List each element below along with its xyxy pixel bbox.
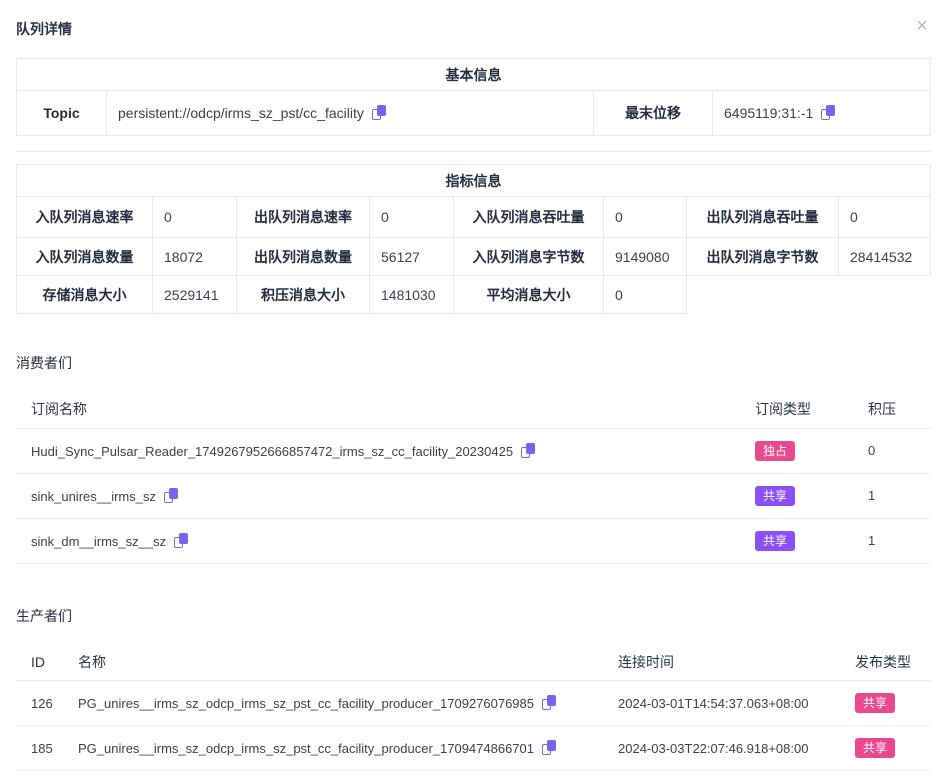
metric-value: 9149080 [604, 238, 687, 276]
publish-type-badge: 共享 [855, 693, 895, 713]
backlog-value: 0 [852, 428, 931, 473]
column-publish-type: 发布类型 [855, 644, 931, 681]
subscription-type-badge: 共享 [755, 531, 795, 551]
metric-label: 出队列消息速率 [237, 197, 370, 238]
copy-icon[interactable] [174, 533, 188, 548]
copy-icon[interactable] [372, 105, 386, 120]
metric-label: 入队列消息字节数 [454, 238, 604, 276]
subscription-name: Hudi_Sync_Pulsar_Reader_1749267952666857… [31, 444, 513, 459]
metric-value: 0 [604, 197, 687, 238]
copy-icon[interactable] [542, 695, 556, 710]
metric-value: 28414532 [839, 238, 931, 276]
producer-name-cell: PG_unires__irms_sz_odcp_irms_sz_pst_cc_f… [78, 681, 618, 726]
metric-value: 0 [370, 197, 454, 238]
subscription-type-badge: 独占 [755, 441, 795, 461]
metric-value: 0 [839, 197, 931, 238]
metric-label: 入队列消息数量 [17, 238, 153, 276]
subscription-name-cell: sink_unires__irms_sz [16, 473, 739, 518]
producer-name: PG_unires__irms_sz_odcp_irms_sz_pst_cc_f… [78, 741, 534, 756]
metric-label: 入队列消息吞吐量 [454, 197, 604, 238]
consumer-row: sink_unires__irms_sz 共享 1 [16, 473, 931, 518]
subscription-type-cell: 共享 [739, 473, 852, 518]
metric-label: 积压消息大小 [237, 276, 370, 314]
metrics-section-title: 指标信息 [17, 165, 931, 197]
basic-info-section-title: 基本信息 [17, 59, 931, 91]
subscription-type-badge: 共享 [755, 486, 795, 506]
connect-time: 2024-03-01T14:54:37.063+08:00 [618, 681, 855, 726]
metric-value: 1481030 [370, 276, 454, 314]
subscription-type-cell: 独占 [739, 428, 852, 473]
publish-type-cell: 共享 [855, 726, 931, 771]
basic-info-table: 基本信息 Topic persistent://odcp/irms_sz_pst… [16, 58, 931, 136]
publish-type-cell: 共享 [855, 681, 931, 726]
producers-table: ID 名称 连接时间 发布类型 126 PG_unires__irms_sz_o… [16, 644, 931, 772]
metric-value: 0 [153, 197, 237, 238]
subscription-name-cell: Hudi_Sync_Pulsar_Reader_1749267952666857… [16, 428, 739, 473]
publish-type-badge: 共享 [855, 738, 895, 758]
metric-label: 出队列消息数量 [237, 238, 370, 276]
producers-section-title: 生产者们 [16, 608, 931, 624]
metric-value: 0 [604, 276, 687, 314]
queue-detail-dialog: 队列详情 × 基本信息 Topic persistent://odcp/irms… [0, 0, 947, 771]
column-connect-time: 连接时间 [618, 644, 855, 681]
copy-icon[interactable] [821, 105, 835, 120]
connect-time: 2024-03-03T22:07:46.918+08:00 [618, 726, 855, 771]
column-subscription-name: 订阅名称 [16, 391, 739, 428]
close-icon[interactable]: × [911, 16, 933, 38]
section-divider [16, 151, 931, 152]
producer-id: 126 [16, 681, 78, 726]
consumers-table: 订阅名称 订阅类型 积压 Hudi_Sync_Pulsar_Reader_174… [16, 391, 931, 564]
subscription-name: sink_unires__irms_sz [31, 489, 156, 504]
consumers-section-title: 消费者们 [16, 355, 931, 371]
metric-label: 存储消息大小 [17, 276, 153, 314]
topic-value: persistent://odcp/irms_sz_pst/cc_facilit… [118, 105, 364, 121]
subscription-type-cell: 共享 [739, 518, 852, 563]
last-offset-value: 6495119:31:-1 [724, 105, 813, 121]
page-title: 队列详情 [16, 20, 931, 38]
metric-label: 出队列消息字节数 [687, 238, 839, 276]
subscription-name-cell: sink_dm__irms_sz__sz [16, 518, 739, 563]
column-producer-id: ID [16, 644, 78, 681]
metric-label: 出队列消息吞吐量 [687, 197, 839, 238]
column-backlog: 积压 [852, 391, 931, 428]
producer-row: 185 PG_unires__irms_sz_odcp_irms_sz_pst_… [16, 726, 931, 771]
producer-name: PG_unires__irms_sz_odcp_irms_sz_pst_cc_f… [78, 696, 534, 711]
metrics-empty-cell [687, 276, 931, 314]
metric-value: 18072 [153, 238, 237, 276]
consumer-row: sink_dm__irms_sz__sz 共享 1 [16, 518, 931, 563]
backlog-value: 1 [852, 518, 931, 563]
consumer-row: Hudi_Sync_Pulsar_Reader_1749267952666857… [16, 428, 931, 473]
producer-row: 126 PG_unires__irms_sz_odcp_irms_sz_pst_… [16, 681, 931, 726]
metric-value: 2529141 [153, 276, 237, 314]
metrics-table: 指标信息 入队列消息速率 0 出队列消息速率 0 入队列消息吞吐量 0 出队列消… [16, 164, 931, 314]
producer-name-cell: PG_unires__irms_sz_odcp_irms_sz_pst_cc_f… [78, 726, 618, 771]
backlog-value: 1 [852, 473, 931, 518]
producer-id: 185 [16, 726, 78, 771]
metric-label: 平均消息大小 [454, 276, 604, 314]
subscription-name: sink_dm__irms_sz__sz [31, 534, 166, 549]
column-producer-name: 名称 [78, 644, 618, 681]
copy-icon[interactable] [164, 488, 178, 503]
metric-label: 入队列消息速率 [17, 197, 153, 238]
copy-icon[interactable] [542, 740, 556, 755]
column-subscription-type: 订阅类型 [739, 391, 852, 428]
metric-value: 56127 [370, 238, 454, 276]
topic-label: Topic [17, 91, 107, 136]
topic-value-cell: persistent://odcp/irms_sz_pst/cc_facilit… [107, 91, 594, 136]
copy-icon[interactable] [521, 443, 535, 458]
last-offset-label: 最末位移 [594, 91, 713, 136]
last-offset-value-cell: 6495119:31:-1 [713, 91, 931, 136]
